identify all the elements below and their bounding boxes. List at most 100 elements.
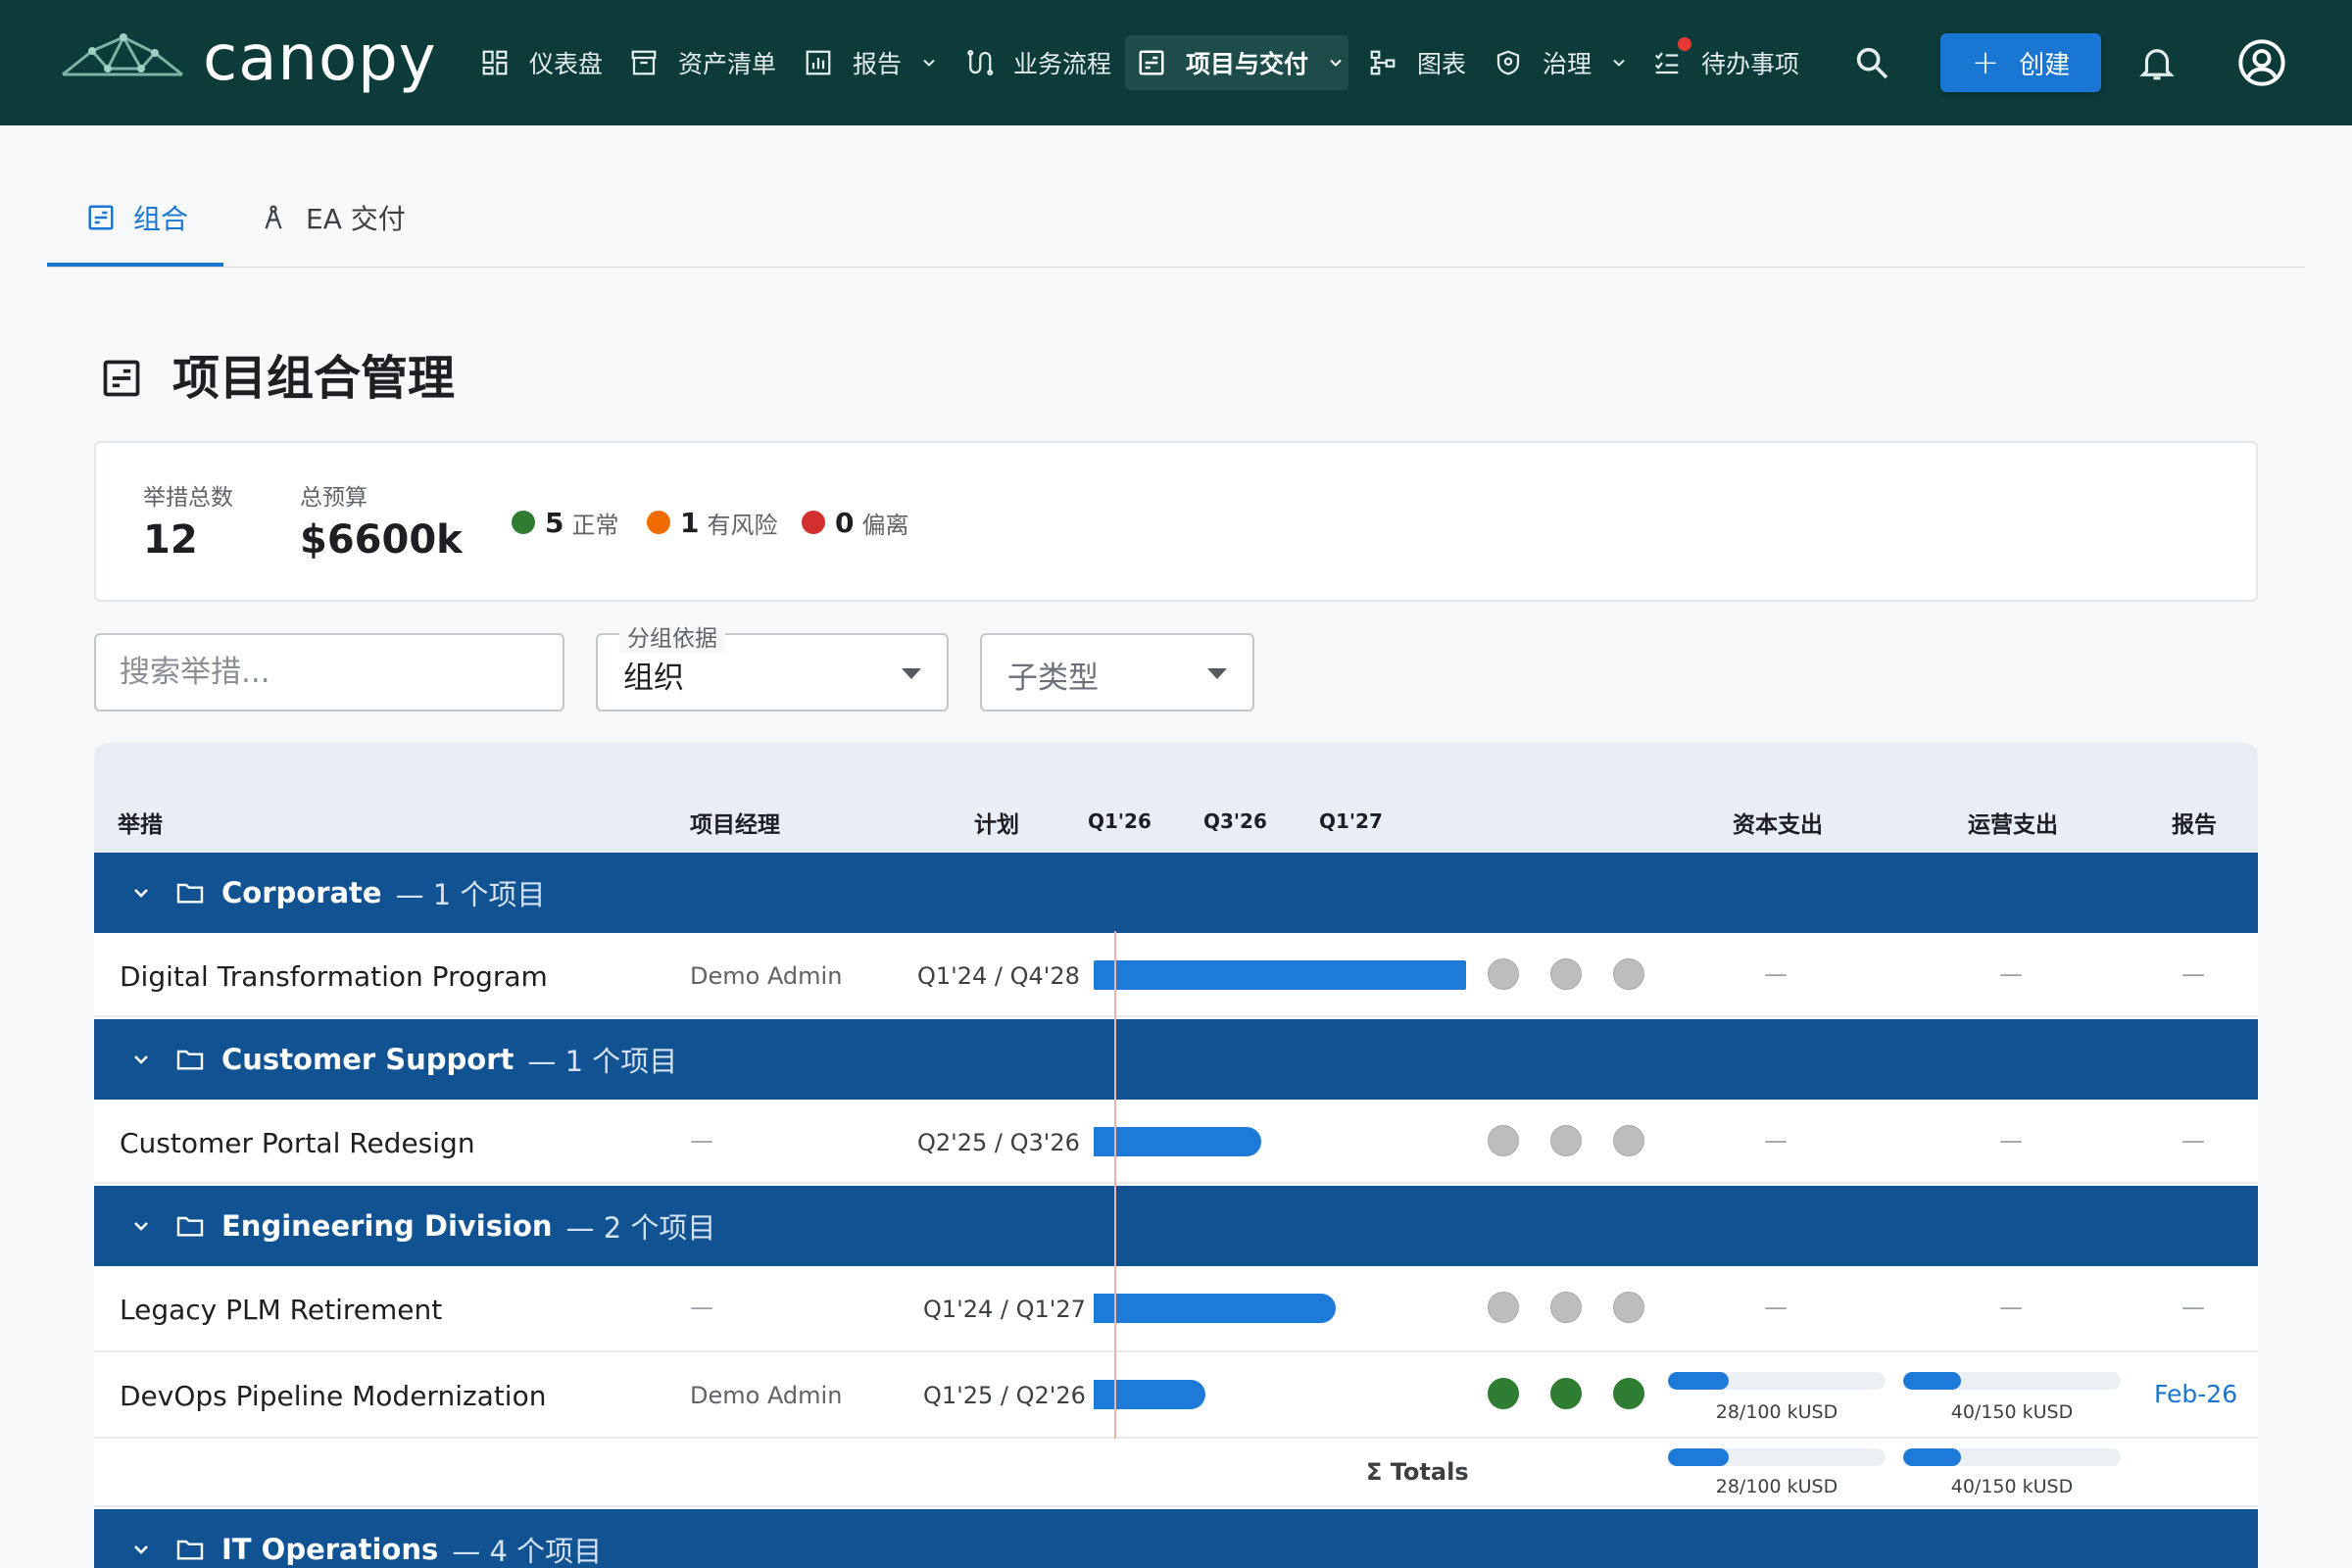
create-button[interactable]: + 创建 — [1940, 33, 2101, 92]
report-empty: — — [2181, 960, 2205, 988]
table-header: 举措 项目经理 计划 Q1'26 Q3'26 Q1'27 资本支出 运营支出 报… — [94, 743, 2258, 853]
column-header-initiative[interactable]: 举措 — [118, 806, 163, 839]
nav-item-label: 业务流程 — [1013, 50, 1112, 78]
health-indicator — [1550, 1125, 1582, 1156]
nav-item-label: 报告 — [853, 50, 903, 78]
capex-progress-bar — [1668, 1372, 1886, 1390]
table-row[interactable]: DevOps Pipeline Modernization Demo Admin… — [94, 1352, 2258, 1439]
health-indicator — [1488, 1378, 1519, 1409]
canopy-logo-icon[interactable] — [59, 29, 186, 88]
health-indicator — [1613, 1378, 1644, 1409]
plan-range: Q1'25 / Q2'26 — [923, 1382, 1086, 1409]
health-indicator — [1488, 958, 1519, 990]
create-button-label: 创建 — [2019, 50, 2071, 80]
group-row-customer-support[interactable]: Customer Support — 1 个项目 — [94, 1019, 2258, 1100]
initiative-name[interactable]: DevOps Pipeline Modernization — [120, 1380, 546, 1412]
nav-item-inventory[interactable]: 资产清单 — [629, 35, 776, 90]
tab-divider — [47, 267, 2305, 268]
nav-item-reports[interactable]: 报告 — [804, 35, 939, 90]
nav-item-todo[interactable]: 待办事项 — [1652, 35, 1799, 90]
account-icon[interactable] — [2236, 37, 2287, 88]
nav-item-dashboard[interactable]: 仪表盘 — [480, 35, 603, 90]
column-header-manager[interactable]: 项目经理 — [690, 806, 780, 839]
capex-value: 28/100 kUSD — [1715, 1401, 1838, 1423]
group-by-value: 组织 — [623, 661, 684, 696]
subtype-placeholder: 子类型 — [1007, 661, 1099, 696]
nav-item-projects-delivery[interactable]: 项目与交付 — [1125, 35, 1348, 90]
chevron-down-icon — [1613, 59, 1625, 67]
folder-icon — [176, 1540, 204, 1560]
health-indicator — [1613, 1125, 1644, 1156]
status-dot — [647, 511, 670, 534]
folder-icon — [176, 1050, 204, 1070]
table-row[interactable]: Legacy PLM Retirement — Q1'24 / Q1'27 — … — [94, 1266, 2258, 1352]
dropdown-arrow-icon — [1207, 668, 1227, 679]
group-row-corporate[interactable]: Corporate — 1 个项目 — [94, 853, 2258, 933]
group-count: — 1 个项目 — [527, 1045, 678, 1078]
status-count: 0 — [835, 506, 855, 539]
subtype-select[interactable]: 子类型 — [980, 633, 1254, 711]
status-count: 5 — [545, 506, 564, 539]
opex-empty: — — [1999, 1294, 2023, 1321]
group-by-select[interactable]: 分组依据 组织 — [596, 619, 949, 711]
health-indicator — [1488, 1125, 1519, 1156]
chevron-down-icon[interactable] — [129, 1538, 153, 1561]
capex-total-value: 28/100 kUSD — [1715, 1476, 1838, 1497]
group-count: — 2 个项目 — [565, 1211, 716, 1245]
group-row-it-operations[interactable]: IT Operations — 4 个项目 — [94, 1509, 2258, 1568]
nav-item-diagrams[interactable]: 图表 — [1368, 35, 1466, 90]
progress-fill — [1903, 1448, 1962, 1466]
capex-empty: — — [1764, 1127, 1788, 1154]
page-title: 项目组合管理 — [172, 351, 456, 406]
status-dot — [512, 511, 535, 534]
nav-item-governance[interactable]: 治理 — [1494, 35, 1629, 90]
initiative-name[interactable]: Digital Transformation Program — [120, 960, 548, 993]
project-icon — [1139, 50, 1164, 75]
tab-ea-delivery[interactable]: EA 交付 — [259, 198, 406, 237]
search-icon[interactable] — [1852, 43, 1891, 82]
nav-item-label: 治理 — [1543, 50, 1592, 78]
search-input[interactable] — [94, 633, 564, 711]
status-count: 1 — [680, 506, 700, 539]
capex-empty: — — [1764, 1294, 1788, 1321]
plan-range: Q1'24 / Q1'27 — [923, 1296, 1086, 1323]
initiative-name[interactable]: Legacy PLM Retirement — [120, 1294, 442, 1326]
opex-total-progress-bar — [1903, 1448, 2121, 1466]
table-row[interactable]: Digital Transformation Program Demo Admi… — [94, 933, 2258, 1017]
bell-icon[interactable] — [2136, 41, 2178, 84]
column-header-capex[interactable]: 资本支出 — [1733, 806, 1823, 839]
column-header-opex[interactable]: 运营支出 — [1968, 806, 2058, 839]
group-row-engineering-division[interactable]: Engineering Division — 2 个项目 — [94, 1186, 2258, 1266]
top-navigation-bar: canopy 仪表盘 资产清单 报告 业务流程 项目与交付 图表 治理 待办事项… — [0, 0, 2352, 125]
chevron-down-icon[interactable] — [129, 1214, 153, 1238]
nav-item-label: 待办事项 — [1701, 50, 1800, 78]
total-budget-label: 总预算 — [300, 485, 368, 511]
plus-icon: + — [1971, 43, 2000, 82]
brand-name[interactable]: canopy — [203, 22, 437, 96]
column-header-report[interactable]: 报告 — [2172, 806, 2217, 839]
timeline-quarter-label: Q3'26 — [1203, 809, 1267, 833]
chevron-down-icon[interactable] — [129, 881, 153, 905]
tab-portfolio[interactable]: 组合 — [86, 198, 188, 237]
nav-item-business-process[interactable]: 业务流程 — [964, 35, 1111, 90]
project-manager: Demo Admin — [690, 962, 843, 990]
status-off-track: 0 偏离 — [802, 506, 908, 539]
status-label: 正常 — [571, 511, 619, 539]
table-row[interactable]: Customer Portal Redesign — Q2'25 / Q3'26… — [94, 1100, 2258, 1184]
column-header-plan[interactable]: 计划 — [974, 806, 1019, 839]
status-dot — [802, 511, 825, 534]
portfolio-icon — [88, 205, 114, 230]
chevron-down-icon[interactable] — [129, 1048, 153, 1071]
opex-total-value: 40/150 kUSD — [1950, 1476, 2074, 1497]
status-label: 偏离 — [861, 511, 909, 539]
health-indicator — [1488, 1292, 1519, 1323]
notification-dot — [1678, 37, 1691, 51]
dropdown-arrow-icon — [902, 668, 921, 679]
initiative-name[interactable]: Customer Portal Redesign — [120, 1127, 475, 1159]
todo-icon — [1654, 52, 1679, 74]
group-name: Customer Support — [221, 1043, 514, 1076]
folder-icon — [176, 1216, 204, 1237]
dashboard-icon — [482, 50, 508, 75]
plan-range: Q1'24 / Q4'28 — [917, 962, 1080, 990]
report-link[interactable]: Feb-26 — [2154, 1380, 2237, 1408]
